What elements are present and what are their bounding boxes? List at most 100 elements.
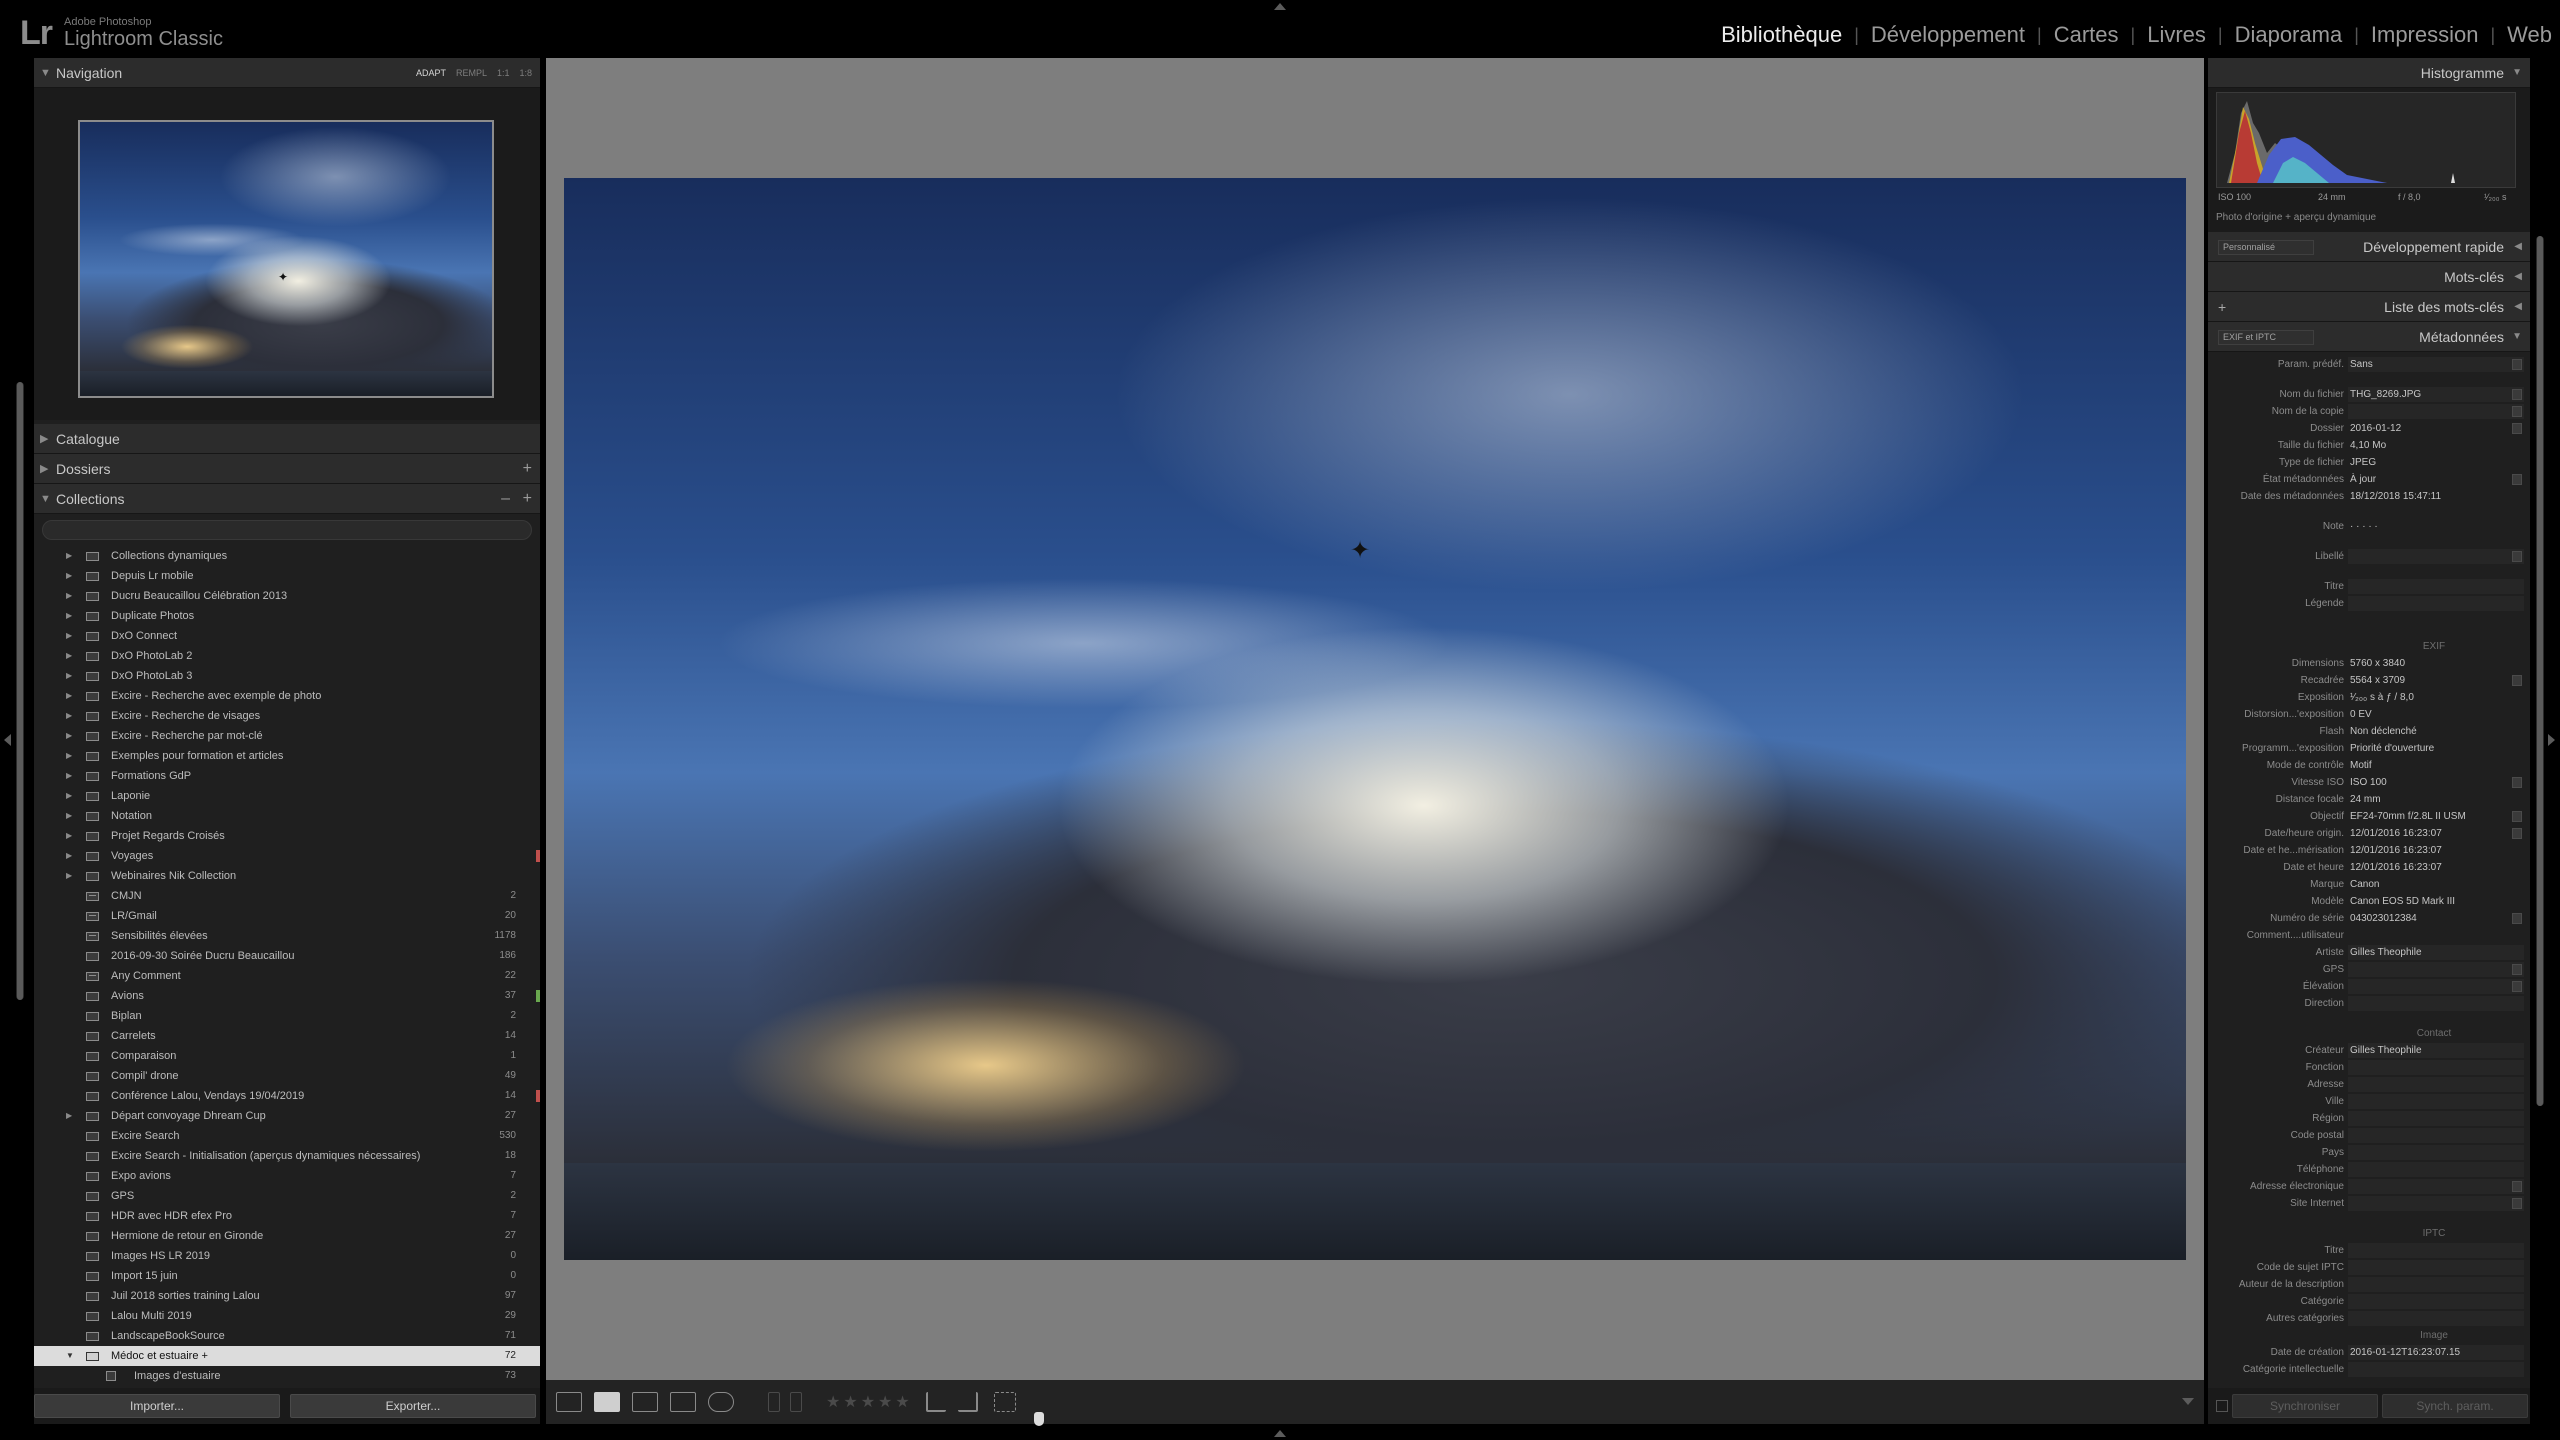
metadata-value[interactable]	[2348, 579, 2524, 594]
zoom-option-0[interactable]: ADAPT	[416, 58, 446, 88]
collection-row[interactable]: ▶ DxO Connect	[34, 626, 540, 646]
metadata-action-icon[interactable]	[2512, 389, 2522, 400]
zoom-option-2[interactable]: 1:1	[497, 58, 510, 88]
metadata-value[interactable]	[2348, 1111, 2524, 1126]
export-button[interactable]: Exporter...	[290, 1394, 536, 1418]
toolbar-menu-icon[interactable]	[2182, 1398, 2194, 1405]
metadata-value[interactable]	[2348, 549, 2524, 564]
add-collection-icon[interactable]: +	[523, 484, 532, 514]
metadata-value[interactable]	[2348, 1196, 2524, 1211]
metadata-value[interactable]	[2348, 979, 2524, 994]
navigation-header[interactable]: ▼ Navigation ADAPT REMPL 1:1 1:8	[34, 58, 540, 88]
module-3[interactable]: Livres	[2147, 22, 2206, 48]
navigator-preview[interactable]: ✦	[34, 88, 540, 420]
collection-row[interactable]: Compil' drone 49	[34, 1066, 540, 1086]
metadata-value[interactable]	[2348, 1277, 2524, 1292]
expand-icon[interactable]: ▶	[66, 786, 72, 806]
module-0[interactable]: Bibliothèque	[1721, 22, 1842, 48]
expand-icon[interactable]: ▶	[66, 746, 72, 766]
top-panel-toggle-icon[interactable]	[1274, 3, 1286, 10]
module-6[interactable]: Web	[2507, 22, 2552, 48]
main-photo[interactable]: ✦	[564, 178, 2186, 1260]
module-1[interactable]: Développement	[1871, 22, 2025, 48]
keywords-header[interactable]: Mots-clés ◀	[2208, 262, 2530, 292]
metadata-action-icon[interactable]	[2512, 964, 2522, 975]
import-button[interactable]: Importer...	[34, 1394, 280, 1418]
collection-row[interactable]: GPS 2	[34, 1186, 540, 1206]
flag-pick-icon[interactable]	[768, 1392, 780, 1412]
metadata-action-icon[interactable]	[2512, 777, 2522, 788]
compare-view-icon[interactable]	[632, 1392, 658, 1412]
metadata-action-icon[interactable]	[2512, 1181, 2522, 1192]
collection-row[interactable]: CMJN 2	[34, 886, 540, 906]
metadata-value[interactable]	[2348, 1128, 2524, 1143]
collection-row[interactable]: ▶ Laponie	[34, 786, 540, 806]
metadata-value[interactable]	[2348, 1362, 2524, 1377]
metadata-value[interactable]	[2348, 1094, 2524, 1109]
metadata-value[interactable]	[2348, 1077, 2524, 1092]
metadata-value[interactable]: 2016-01-12T16:23:07.15	[2348, 1345, 2524, 1360]
collection-row[interactable]: Conférence Lalou, Vendays 19/04/2019 14	[34, 1086, 540, 1106]
collection-row[interactable]: ▼ Médoc et estuaire + 72	[34, 1346, 540, 1366]
quick-develop-header[interactable]: Personnalisé Développement rapide ◀	[2208, 232, 2530, 262]
add-folder-icon[interactable]: +	[523, 454, 532, 484]
expand-icon[interactable]: ▶	[66, 686, 72, 706]
metadata-action-icon[interactable]	[2512, 551, 2522, 562]
original-checkbox-label[interactable]: Photo d'origine + aperçu dynamique	[2216, 212, 2376, 223]
folders-header[interactable]: ▶ Dossiers +	[34, 454, 540, 484]
collection-row[interactable]: ▶ Depuis Lr mobile	[34, 566, 540, 586]
collection-row[interactable]: Avions 37	[34, 986, 540, 1006]
expand-icon[interactable]: ▼	[66, 1346, 74, 1366]
metadata-action-icon[interactable]	[2512, 828, 2522, 839]
flag-reject-icon[interactable]	[790, 1392, 802, 1412]
rotate-left-icon[interactable]	[926, 1392, 946, 1412]
metadata-action-icon[interactable]	[2512, 913, 2522, 924]
rotate-right-icon[interactable]	[958, 1392, 978, 1412]
expand-icon[interactable]: ▶	[66, 546, 72, 566]
metadata-value[interactable]	[2348, 596, 2524, 611]
metadata-value[interactable]	[2348, 962, 2524, 977]
metadata-action-icon[interactable]	[2512, 406, 2522, 417]
metadata-value[interactable]	[2348, 1260, 2524, 1275]
right-panel-scrollbar[interactable]	[2536, 236, 2544, 1106]
histogram-graph[interactable]	[2216, 92, 2516, 188]
collection-row[interactable]: ▶ Départ convoyage Dhream Cup 27	[34, 1106, 540, 1126]
collection-row[interactable]: Import 15 juin 0	[34, 1266, 540, 1286]
collection-row[interactable]: ▶ DxO PhotoLab 2	[34, 646, 540, 666]
collection-row[interactable]: Any Comment 22	[34, 966, 540, 986]
rating-stars[interactable]: ★★★★★	[826, 1392, 913, 1412]
auto-sync-toggle-icon[interactable]	[2216, 1400, 2228, 1412]
expand-icon[interactable]: ▶	[66, 1106, 72, 1126]
expand-icon[interactable]: ▶	[66, 666, 72, 686]
collection-row[interactable]: LandscapeBookSource 71	[34, 1326, 540, 1346]
expand-icon[interactable]: ▶	[66, 646, 72, 666]
collection-row[interactable]: Lalou Multi 2019 29	[34, 1306, 540, 1326]
collection-row[interactable]: ▶ Formations GdP	[34, 766, 540, 786]
collection-row[interactable]: ▶ DxO PhotoLab 3	[34, 666, 540, 686]
people-view-icon[interactable]	[708, 1392, 734, 1412]
collection-row[interactable]: 2016-09-30 Soirée Ducru Beaucaillou 186	[34, 946, 540, 966]
collection-row[interactable]: ▶ Notation	[34, 806, 540, 826]
grid-view-icon[interactable]	[556, 1392, 582, 1412]
metadata-value[interactable]	[2348, 1179, 2524, 1194]
sync-settings-button[interactable]: Synch. param.	[2382, 1394, 2528, 1418]
module-4[interactable]: Diaporama	[2235, 22, 2343, 48]
zoom-option-3[interactable]: 1:8	[519, 58, 532, 88]
collection-row[interactable]: HDR avec HDR efex Pro 7	[34, 1206, 540, 1226]
metadata-action-icon[interactable]	[2512, 474, 2522, 485]
collection-row[interactable]: ▶ Ducru Beaucaillou Célébration 2013	[34, 586, 540, 606]
expand-icon[interactable]: ▶	[66, 846, 72, 866]
left-panel-scrollbar[interactable]	[16, 382, 24, 1000]
expand-icon[interactable]: ▶	[66, 726, 72, 746]
collection-row[interactable]: Expo avions 7	[34, 1166, 540, 1186]
collection-row[interactable]: ▶ Collections dynamiques	[34, 546, 540, 566]
collection-row[interactable]: LR/Gmail 20	[34, 906, 540, 926]
module-2[interactable]: Cartes	[2054, 22, 2119, 48]
add-keyword-icon[interactable]: +	[2218, 292, 2226, 322]
expand-icon[interactable]: ▶	[66, 766, 72, 786]
expand-icon[interactable]: ▶	[66, 866, 72, 886]
survey-view-icon[interactable]	[670, 1392, 696, 1412]
collection-row[interactable]: Excire Search - Initialisation (aperçus …	[34, 1146, 540, 1166]
metadata-action-icon[interactable]	[2512, 359, 2522, 370]
metadata-value[interactable]	[2348, 1060, 2524, 1075]
